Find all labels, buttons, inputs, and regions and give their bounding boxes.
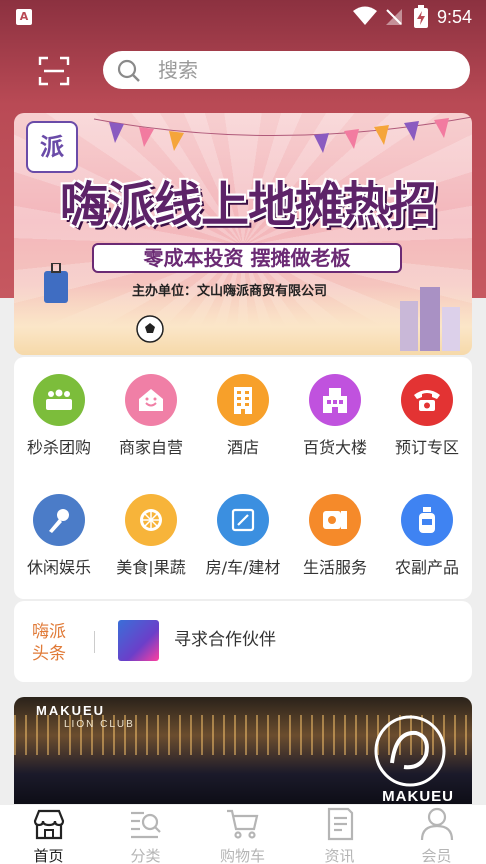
shop-face-icon <box>125 374 177 426</box>
category-agriculture[interactable]: 农副产品 <box>382 494 472 578</box>
category-entertainment[interactable]: 休闲娱乐 <box>14 494 104 578</box>
news-thumbnail <box>118 620 159 661</box>
wifi-icon <box>353 6 377 25</box>
search-list-icon <box>130 811 161 839</box>
news-ticker[interactable]: 嗨派头条 寻求合作伙伴 <box>14 601 472 682</box>
orange-slice-icon <box>125 494 177 546</box>
group-icon <box>33 374 85 426</box>
soccer-ball-icon <box>136 315 164 343</box>
status-bar: A 9:54 <box>0 0 486 34</box>
home-icon <box>33 809 64 840</box>
bottom-tab-bar: 首页 分类 购物车 资讯 会员 <box>0 804 486 864</box>
scan-icon[interactable] <box>38 55 70 87</box>
news-divider <box>94 631 95 653</box>
category-grid: 秒杀团购 商家自营 酒店 百货大楼 预订专区 休闲娱乐 美食|果蔬 房/车/建材… <box>14 357 472 599</box>
microphone-icon <box>33 494 85 546</box>
category-seckill[interactable]: 秒杀团购 <box>14 374 104 458</box>
department-store-icon <box>309 374 361 426</box>
featured-venue-image[interactable]: MAKUEU LION CLUB MAKUEU <box>14 697 472 807</box>
bunting-flags <box>93 116 472 153</box>
tab-cart[interactable]: 购物车 <box>194 807 291 864</box>
category-hotel[interactable]: 酒店 <box>198 374 288 458</box>
suitcase-icon <box>44 263 68 303</box>
category-self-operated[interactable]: 商家自营 <box>106 374 196 458</box>
venue-sign: MAKUEU <box>36 703 106 718</box>
tab-category[interactable]: 分类 <box>97 807 194 864</box>
tab-home[interactable]: 首页 <box>0 807 97 864</box>
tissue-roll-icon <box>309 494 361 546</box>
ruler-icon <box>217 494 269 546</box>
venue-subsign: LION CLUB <box>64 719 135 730</box>
bottle-icon <box>401 494 453 546</box>
telephone-icon <box>401 374 453 426</box>
category-food[interactable]: 美食|果蔬 <box>106 494 196 578</box>
category-housing[interactable]: 房/车/建材 <box>198 494 288 578</box>
tab-member[interactable]: 会员 <box>388 807 485 864</box>
lion-logo-icon <box>374 715 446 787</box>
banner-headline: 嗨派线上地摊热招 <box>59 177 437 233</box>
clock: 9:54 <box>437 7 473 27</box>
city-buildings-icon <box>400 287 460 351</box>
news-tag: 嗨派头条 <box>32 622 66 664</box>
banner-organizer: 主办单位：文山嗨派商贸有限公司 <box>132 284 328 299</box>
no-signal-icon <box>386 9 402 25</box>
promo-banner[interactable]: 派 嗨派线上地摊热招 零成本投资 摆摊做老板 主办单位：文山嗨派商贸有限公司 <box>14 113 472 355</box>
battery-charging-icon <box>414 5 428 28</box>
search-bar[interactable] <box>103 51 470 89</box>
cart-icon <box>226 809 258 839</box>
news-icon <box>327 807 353 841</box>
search-input[interactable] <box>158 56 448 84</box>
category-department-store[interactable]: 百货大楼 <box>290 374 380 458</box>
tab-news[interactable]: 资讯 <box>291 807 388 864</box>
banner-subline: 零成本投资 摆摊做老板 <box>92 243 402 273</box>
venue-brand: MAKUEU <box>382 788 454 805</box>
user-icon <box>420 807 453 841</box>
category-life-services[interactable]: 生活服务 <box>290 494 380 578</box>
building-icon <box>217 374 269 426</box>
search-icon <box>117 59 140 82</box>
news-headline[interactable]: 寻求合作伙伴 <box>174 628 276 652</box>
haipai-logo: 派 <box>26 121 78 173</box>
category-reservation[interactable]: 预订专区 <box>382 374 472 458</box>
app-indicator-icon: A <box>16 9 32 25</box>
